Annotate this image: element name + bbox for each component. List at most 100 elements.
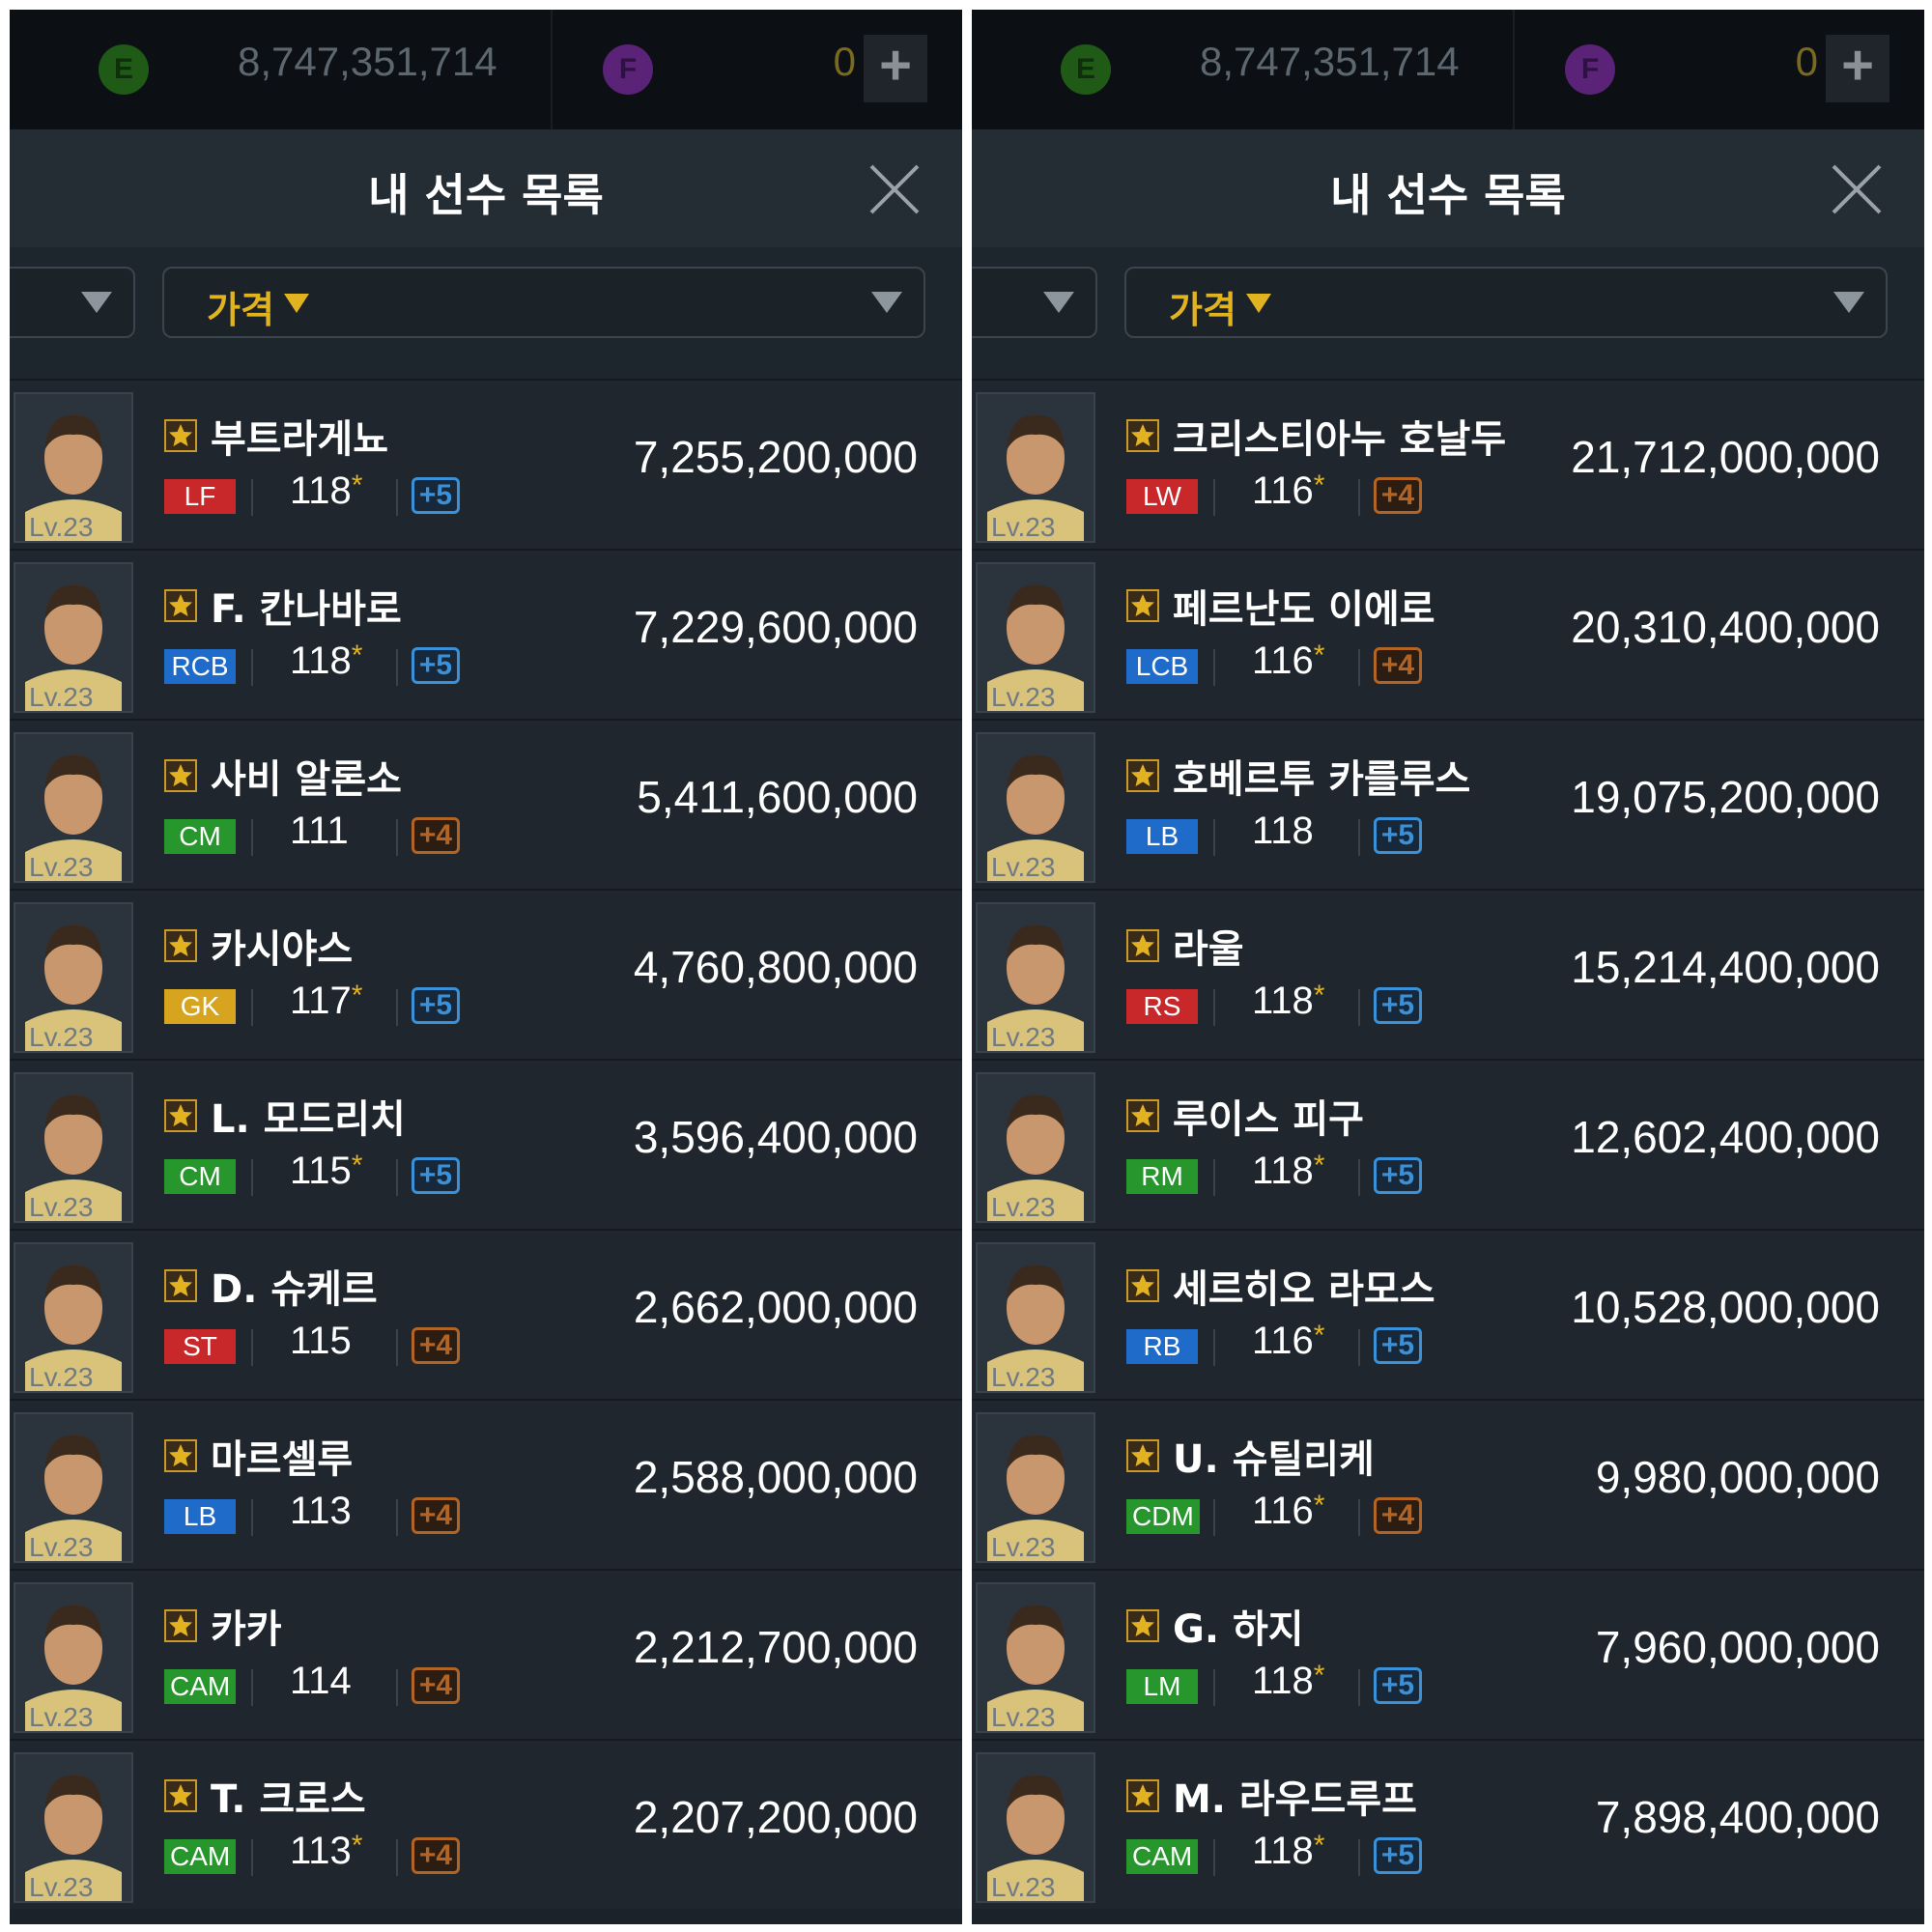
divider [251, 649, 253, 686]
player-price: 21,712,000,000 [1571, 432, 1880, 482]
overall-star-mark: * [1313, 1830, 1325, 1861]
overall-rating: 118* [290, 469, 362, 513]
player-row[interactable]: Lv.23 D. 슈케르 ST 115 +4 2,662,000,000 [10, 1229, 962, 1399]
player-price: 2,588,000,000 [633, 1452, 918, 1502]
player-name: L. 모드리치 [211, 1097, 406, 1142]
upgrade-badge: +5 [1374, 987, 1422, 1024]
overall-rating: 118* [1252, 1830, 1324, 1873]
player-row[interactable]: Lv.23 부트라게뇨 LF 118* +5 7,255,200,000 [10, 379, 962, 549]
sort-dropdown[interactable]: 가격 [1124, 267, 1888, 338]
player-portrait: Lv.23 [976, 1242, 1095, 1393]
player-row[interactable]: Lv.23 카시야스 GK 117* +5 4,760,800,000 [10, 889, 962, 1059]
player-portrait: Lv.23 [976, 392, 1095, 543]
position-badge: LM [1126, 1669, 1198, 1704]
player-name: T. 크로스 [211, 1777, 366, 1822]
position-badge: CM [164, 819, 236, 854]
overall-star-mark: * [1313, 980, 1325, 1011]
player-row[interactable]: Lv.23 F. 칸나바로 RCB 118* +5 7,229,600,000 [10, 549, 962, 719]
player-portrait: Lv.23 [14, 1072, 133, 1223]
player-level: Lv.23 [991, 682, 1056, 712]
upgrade-badge: +5 [1374, 817, 1422, 854]
player-portrait: Lv.23 [976, 732, 1095, 883]
player-row[interactable]: Lv.23 라울 RS 118* +5 15,214,400,000 [972, 889, 1924, 1059]
close-icon[interactable] [1830, 162, 1884, 216]
overall-rating: 116* [1252, 639, 1324, 683]
divider [1213, 1499, 1215, 1536]
player-portrait: Lv.23 [14, 392, 133, 543]
upgrade-badge: +5 [412, 647, 460, 684]
divider [1358, 1329, 1360, 1366]
player-row[interactable]: Lv.23 카카 CAM 114 +4 2,212,700,000 [10, 1569, 962, 1739]
player-level: Lv.23 [29, 1532, 94, 1562]
player-name: 부트라게뇨 [211, 417, 388, 462]
chevron-down-icon [81, 292, 112, 313]
divider [1358, 989, 1360, 1026]
f-currency-cell: F 0 + [1513, 10, 1924, 129]
chevron-down-icon [1833, 292, 1864, 313]
filter-dropdown[interactable] [972, 267, 1097, 338]
upgrade-badge: +4 [412, 1667, 460, 1704]
e-currency-value: 8,747,351,714 [1200, 39, 1460, 84]
title-bar: 내 선수 목록 [972, 129, 1924, 247]
overall-value: 118 [1252, 980, 1314, 1022]
divider [396, 989, 398, 1026]
close-icon[interactable] [867, 162, 922, 216]
player-portrait: Lv.23 [14, 732, 133, 883]
overall-rating: 118* [1252, 1150, 1324, 1193]
overall-value: 115 [290, 1150, 352, 1192]
player-row[interactable]: Lv.23 세르히오 라모스 RB 116* +5 10,528,000,000 [972, 1229, 1924, 1399]
upgrade-badge: +4 [412, 1497, 460, 1534]
star-icon [1126, 419, 1159, 452]
star-icon [1126, 929, 1159, 962]
star-icon [164, 1439, 197, 1472]
sort-dropdown[interactable]: 가격 [162, 267, 925, 338]
player-row[interactable]: Lv.23 사비 알론소 CM 111 +4 5,411,600,000 [10, 719, 962, 889]
player-price: 12,602,400,000 [1571, 1112, 1880, 1162]
divider [251, 819, 253, 856]
filter-dropdown[interactable] [10, 267, 135, 338]
star-icon [1126, 1439, 1159, 1472]
player-price: 10,528,000,000 [1571, 1282, 1880, 1332]
player-row[interactable]: Lv.23 호베르투 카를루스 LB 118 +5 19,075,200,000 [972, 719, 1924, 889]
position-badge: LW [1126, 479, 1198, 514]
player-row[interactable]: Lv.23 페르난도 이에로 LCB 116* +4 20,310,400,000 [972, 549, 1924, 719]
player-portrait: Lv.23 [14, 1752, 133, 1903]
player-row[interactable]: Lv.23 루이스 피구 RM 118* +5 12,602,400,000 [972, 1059, 1924, 1229]
overall-star-mark: * [1313, 1320, 1325, 1351]
add-currency-button[interactable]: + [864, 35, 927, 102]
overall-star-mark: * [351, 980, 363, 1011]
overall-rating: 114 [290, 1660, 352, 1703]
overall-star-mark: * [351, 1150, 363, 1181]
overall-value: 118 [290, 469, 352, 512]
player-row[interactable]: Lv.23 L. 모드리치 CM 115* +5 3,596,400,000 [10, 1059, 962, 1229]
upgrade-badge: +5 [1374, 1157, 1422, 1194]
player-name: 루이스 피구 [1173, 1097, 1364, 1142]
player-level: Lv.23 [991, 1702, 1056, 1732]
upgrade-badge: +4 [1374, 477, 1422, 514]
add-currency-button[interactable]: + [1826, 35, 1889, 102]
player-row[interactable]: Lv.23 마르셀루 LB 113 +4 2,588,000,000 [10, 1399, 962, 1569]
player-level: Lv.23 [991, 1532, 1056, 1562]
divider [396, 1329, 398, 1366]
f-currency-value: 0 [833, 39, 856, 84]
player-price: 9,980,000,000 [1595, 1452, 1880, 1502]
overall-value: 118 [1252, 810, 1314, 852]
star-icon [164, 419, 197, 452]
position-badge: ST [164, 1329, 236, 1364]
player-row[interactable]: Lv.23 M. 라우드루프 CAM 118* +5 7,898,400,000 [972, 1739, 1924, 1909]
player-level: Lv.23 [991, 1872, 1056, 1902]
player-name: F. 칸나바로 [211, 587, 402, 632]
star-icon [1126, 759, 1159, 792]
player-row[interactable]: Lv.23 G. 하지 LM 118* +5 7,960,000,000 [972, 1569, 1924, 1739]
player-row[interactable]: Lv.23 U. 슈틸리케 CDM 116* +4 9,980,000,000 [972, 1399, 1924, 1569]
player-row[interactable]: Lv.23 T. 크로스 CAM 113* +4 2,207,200,000 [10, 1739, 962, 1909]
upgrade-badge: +4 [412, 1327, 460, 1364]
player-row[interactable]: Lv.23 크리스티아누 호날두 LW 116* +4 21,712,000,000 [972, 379, 1924, 549]
overall-value: 113 [290, 1490, 352, 1532]
player-name: 라울 [1173, 927, 1244, 972]
player-price: 7,898,400,000 [1595, 1792, 1880, 1842]
star-icon [164, 1779, 197, 1812]
position-badge: CM [164, 1159, 236, 1194]
star-icon [1126, 1779, 1159, 1812]
overall-rating: 113 [290, 1490, 352, 1533]
